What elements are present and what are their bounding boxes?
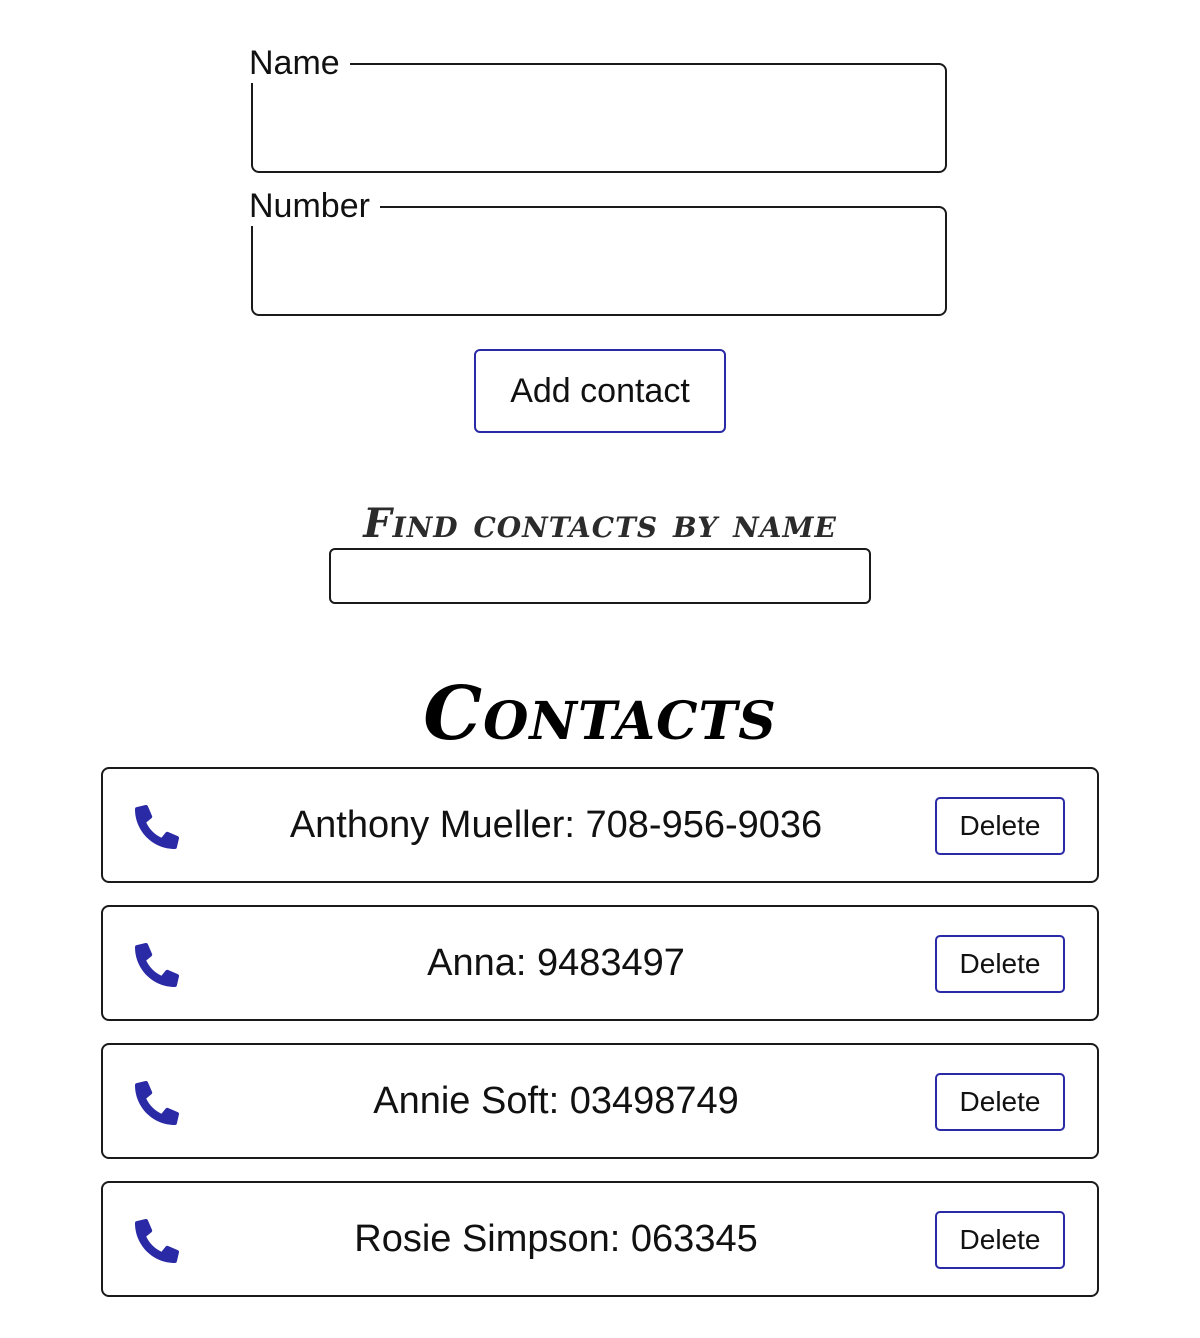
delete-button[interactable]: Delete bbox=[935, 1211, 1065, 1269]
filter-input[interactable] bbox=[329, 548, 871, 604]
name-fieldset: Name bbox=[249, 43, 947, 173]
delete-button[interactable]: Delete bbox=[935, 1073, 1065, 1131]
contact-text: Rosie Simpson: 063345 bbox=[354, 1218, 758, 1260]
name-input[interactable] bbox=[261, 79, 941, 165]
contact-text: Annie Soft: 03498749 bbox=[373, 1080, 739, 1122]
number-fieldset: Number bbox=[249, 186, 947, 316]
delete-button[interactable]: Delete bbox=[935, 935, 1065, 993]
contact-text: Anna: 9483497 bbox=[427, 942, 685, 984]
number-input[interactable] bbox=[261, 222, 941, 308]
delete-button[interactable]: Delete bbox=[935, 797, 1065, 855]
contact-list: Anthony Mueller: 708-956-9036 Delete Ann… bbox=[101, 767, 1099, 1319]
phone-icon bbox=[135, 1081, 179, 1125]
phone-icon bbox=[135, 1219, 179, 1263]
phone-icon bbox=[135, 805, 179, 849]
phonebook-page: Name Number Add contact Find contacts by… bbox=[0, 0, 1200, 1338]
contact-text: Anthony Mueller: 708-956-9036 bbox=[289, 804, 823, 846]
filter-label: Find contacts by name bbox=[363, 500, 837, 547]
number-label: Number bbox=[249, 186, 380, 226]
contact-item: Rosie Simpson: 063345 Delete bbox=[101, 1181, 1099, 1297]
add-contact-button[interactable]: Add contact bbox=[474, 349, 726, 433]
phone-icon bbox=[135, 943, 179, 987]
contact-item: Annie Soft: 03498749 Delete bbox=[101, 1043, 1099, 1159]
name-label: Name bbox=[249, 43, 350, 83]
contact-item: Anna: 9483497 Delete bbox=[101, 905, 1099, 1021]
contact-item: Anthony Mueller: 708-956-9036 Delete bbox=[101, 767, 1099, 883]
contacts-title: Contacts bbox=[423, 671, 777, 757]
